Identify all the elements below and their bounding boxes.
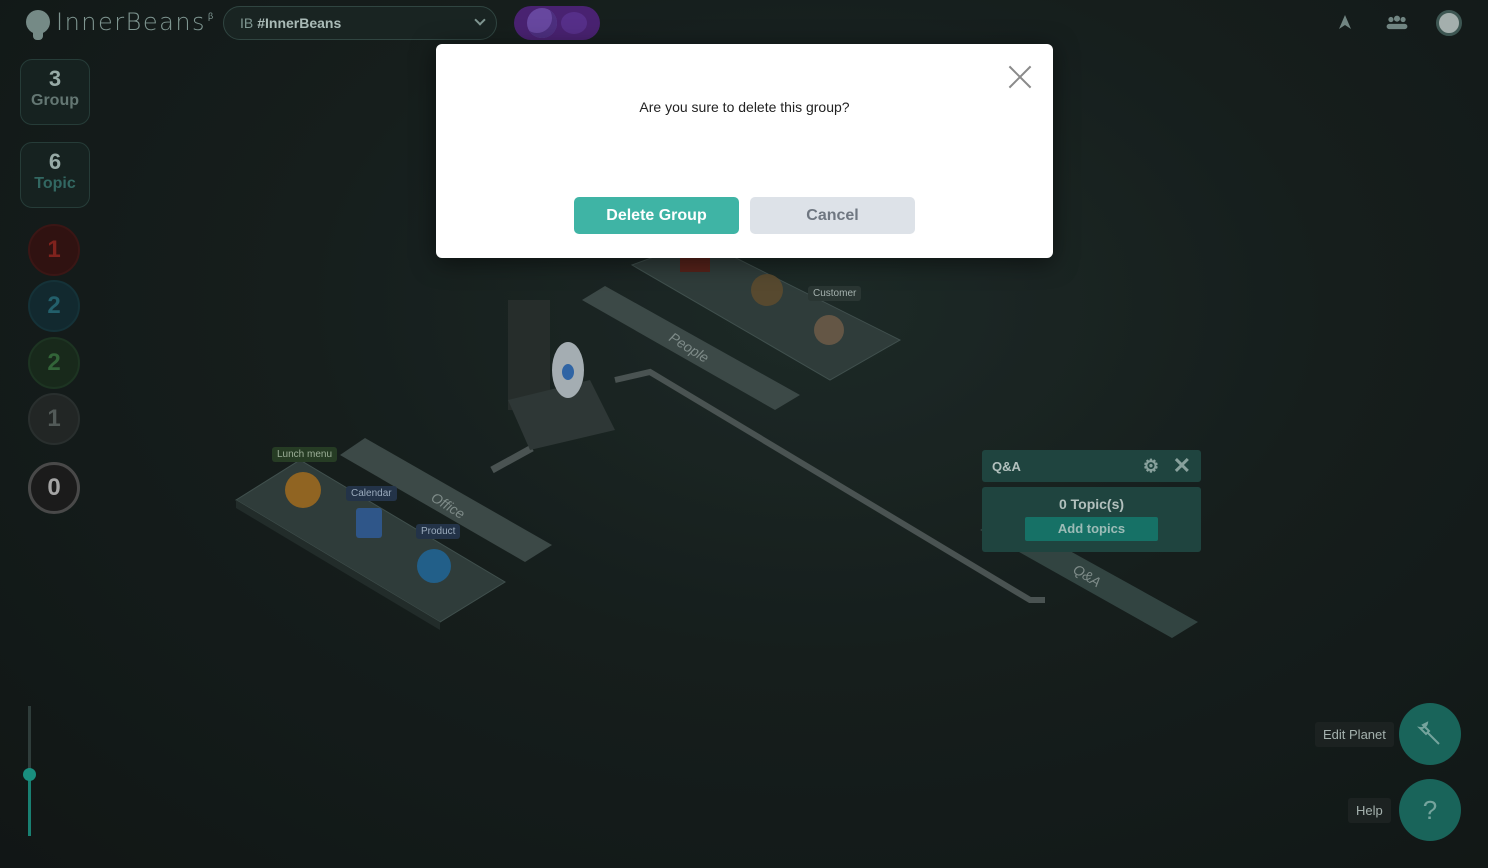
dialog-message: Are you sure to delete this group? bbox=[639, 99, 850, 115]
delete-group-button[interactable]: Delete Group bbox=[574, 197, 739, 234]
delete-group-dialog: Are you sure to delete this group? Delet… bbox=[436, 44, 1053, 258]
close-icon[interactable] bbox=[1005, 62, 1035, 92]
cancel-button[interactable]: Cancel bbox=[750, 197, 915, 234]
